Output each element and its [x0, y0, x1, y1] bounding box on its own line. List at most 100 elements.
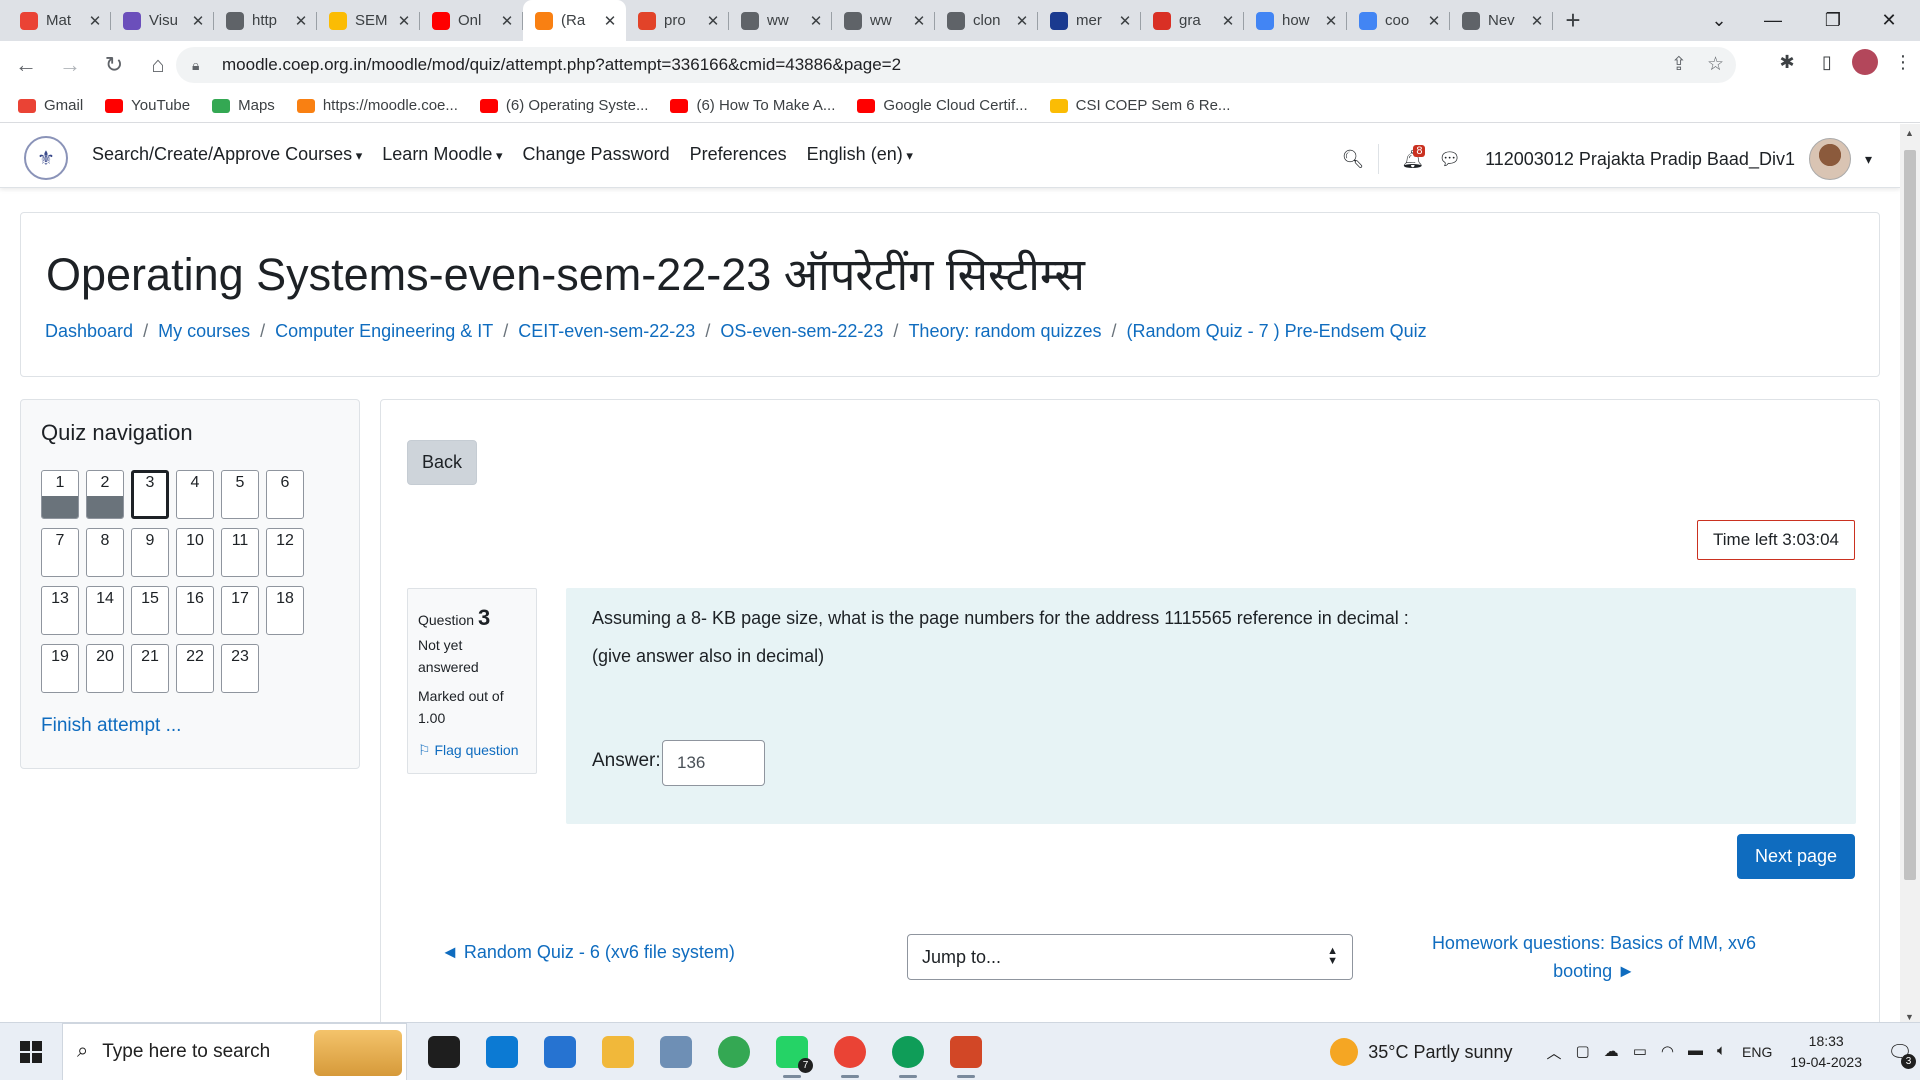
quiz-question-button[interactable]: 18: [266, 586, 304, 635]
quiz-question-button[interactable]: 23: [221, 644, 259, 693]
tab-close-icon[interactable]: ✕: [190, 12, 206, 30]
close-window-icon[interactable]: ✕: [1866, 0, 1912, 41]
quiz-question-button[interactable]: 7: [41, 528, 79, 577]
breadcrumb-link[interactable]: Theory: random quizzes: [908, 321, 1101, 342]
scrollbar-thumb[interactable]: [1904, 150, 1916, 880]
user-name[interactable]: 112003012 Prajakta Pradip Baad_Div1: [1485, 149, 1795, 170]
menu-item[interactable]: Preferences: [690, 144, 787, 165]
breadcrumb-link[interactable]: CEIT-even-sem-22-23: [518, 321, 695, 342]
messages-icon[interactable]: 💬︎: [1438, 149, 1461, 170]
taskbar-app[interactable]: [937, 1023, 995, 1080]
battery-icon[interactable]: ▬: [1688, 1042, 1703, 1063]
browser-tab[interactable]: (Ra ✕: [523, 0, 626, 41]
bookmark-item[interactable]: Maps: [212, 97, 275, 114]
quiz-question-button[interactable]: 3: [131, 470, 169, 519]
tab-close-icon[interactable]: ✕: [1014, 12, 1030, 30]
tab-close-icon[interactable]: ✕: [87, 12, 103, 30]
quiz-question-button[interactable]: 16: [176, 586, 214, 635]
bookmark-item[interactable]: Google Cloud Certif...: [857, 97, 1028, 114]
tab-close-icon[interactable]: ✕: [1529, 12, 1545, 30]
back-arrow-icon[interactable]: ←: [8, 47, 44, 83]
next-activity-link[interactable]: Homework questions: Basics of MM, xv6 bo…: [1409, 930, 1779, 986]
notifications-bell-icon[interactable]: 🔔︎ 8: [1401, 144, 1426, 170]
tab-close-icon[interactable]: ✕: [808, 12, 824, 30]
tab-close-icon[interactable]: ✕: [1323, 12, 1339, 30]
bookmark-star-icon[interactable]: ☆: [1707, 53, 1724, 76]
tab-close-icon[interactable]: ✕: [602, 12, 618, 30]
menu-item[interactable]: Change Password: [523, 144, 670, 165]
side-panel-icon[interactable]: ▯: [1812, 47, 1842, 77]
answer-input[interactable]: [662, 740, 765, 786]
scroll-up-icon[interactable]: ▲: [1905, 128, 1914, 138]
tab-close-icon[interactable]: ✕: [705, 12, 721, 30]
search-icon[interactable]: 🔍︎: [1342, 149, 1365, 170]
tab-close-icon[interactable]: ✕: [1426, 12, 1442, 30]
breadcrumb-link[interactable]: Computer Engineering & IT: [275, 321, 493, 342]
weather-widget[interactable]: 35°C Partly sunny: [1330, 1038, 1513, 1066]
onedrive-cloud-icon[interactable]: ☁: [1604, 1042, 1619, 1063]
bookmark-item[interactable]: YouTube: [105, 97, 190, 114]
browser-tab[interactable]: SEM ✕: [317, 0, 420, 41]
quiz-question-button[interactable]: 19: [41, 644, 79, 693]
tab-search-icon[interactable]: ⌄: [1696, 0, 1742, 41]
quiz-question-button[interactable]: 5: [221, 470, 259, 519]
taskbar-app[interactable]: [705, 1023, 763, 1080]
taskbar-clock[interactable]: 18:33 19-04-2023: [1790, 1031, 1862, 1073]
browser-tab[interactable]: ww ✕: [729, 0, 832, 41]
meet-icon[interactable]: ▢: [1576, 1042, 1590, 1063]
display-icon[interactable]: ▭: [1633, 1042, 1647, 1063]
taskbar-app[interactable]: [879, 1023, 937, 1080]
quiz-question-button[interactable]: 22: [176, 644, 214, 693]
browser-tab[interactable]: coo ✕: [1347, 0, 1450, 41]
tab-close-icon[interactable]: ✕: [499, 12, 515, 30]
tab-close-icon[interactable]: ✕: [1117, 12, 1133, 30]
back-button[interactable]: Back: [407, 440, 477, 485]
flag-question-link[interactable]: ⚐ Flag question: [418, 740, 526, 762]
quiz-question-button[interactable]: 15: [131, 586, 169, 635]
tab-close-icon[interactable]: ✕: [293, 12, 309, 30]
breadcrumb-link[interactable]: Dashboard: [45, 321, 133, 342]
share-icon[interactable]: ⇪: [1671, 53, 1687, 76]
quiz-question-button[interactable]: 11: [221, 528, 259, 577]
quiz-question-button[interactable]: 14: [86, 586, 124, 635]
breadcrumb-link[interactable]: OS-even-sem-22-23: [720, 321, 883, 342]
quiz-question-button[interactable]: 21: [131, 644, 169, 693]
bookmark-item[interactable]: Gmail: [18, 97, 83, 114]
quiz-question-button[interactable]: 13: [41, 586, 79, 635]
browser-tab[interactable]: pro ✕: [626, 0, 729, 41]
browser-tab[interactable]: how ✕: [1244, 0, 1347, 41]
menu-item[interactable]: Search/Create/Approve Courses: [92, 144, 362, 165]
taskbar-app[interactable]: [589, 1023, 647, 1080]
tab-close-icon[interactable]: ✕: [911, 12, 927, 30]
browser-tab[interactable]: Nev ✕: [1450, 0, 1553, 41]
quiz-question-button[interactable]: 9: [131, 528, 169, 577]
bookmark-item[interactable]: https://moodle.coe...: [296, 97, 458, 114]
quiz-question-button[interactable]: 1: [41, 470, 79, 519]
minimize-icon[interactable]: —: [1750, 0, 1796, 41]
quiz-question-button[interactable]: 6: [266, 470, 304, 519]
reload-icon[interactable]: ↻: [96, 47, 132, 83]
quiz-question-button[interactable]: 10: [176, 528, 214, 577]
user-avatar[interactable]: [1808, 138, 1851, 180]
taskbar-app[interactable]: [647, 1023, 705, 1080]
browser-tab[interactable]: Visu ✕: [111, 0, 214, 41]
browser-tab[interactable]: http ✕: [214, 0, 317, 41]
finish-attempt-link[interactable]: Finish attempt ...: [41, 715, 181, 737]
quiz-question-button[interactable]: 2: [86, 470, 124, 519]
jump-to-select[interactable]: Jump to... ▲ ▼: [907, 934, 1353, 980]
menu-item[interactable]: Learn Moodle: [382, 144, 502, 165]
restore-icon[interactable]: ❐: [1810, 0, 1856, 41]
wifi-icon[interactable]: ◠: [1661, 1042, 1674, 1063]
tab-close-icon[interactable]: ✕: [1220, 12, 1236, 30]
quiz-question-button[interactable]: 4: [176, 470, 214, 519]
browser-tab[interactable]: Onl ✕: [420, 0, 523, 41]
home-icon[interactable]: ⌂: [140, 47, 176, 83]
quiz-question-button[interactable]: 17: [221, 586, 259, 635]
scroll-down-icon[interactable]: ▼: [1905, 1012, 1914, 1022]
language-indicator[interactable]: ENG: [1742, 1044, 1772, 1060]
browser-tab[interactable]: Mat ✕: [8, 0, 111, 41]
new-tab-button[interactable]: +: [1553, 0, 1593, 41]
taskbar-app[interactable]: [415, 1023, 473, 1080]
browser-tab[interactable]: gra ✕: [1141, 0, 1244, 41]
taskbar-app[interactable]: [821, 1023, 879, 1080]
